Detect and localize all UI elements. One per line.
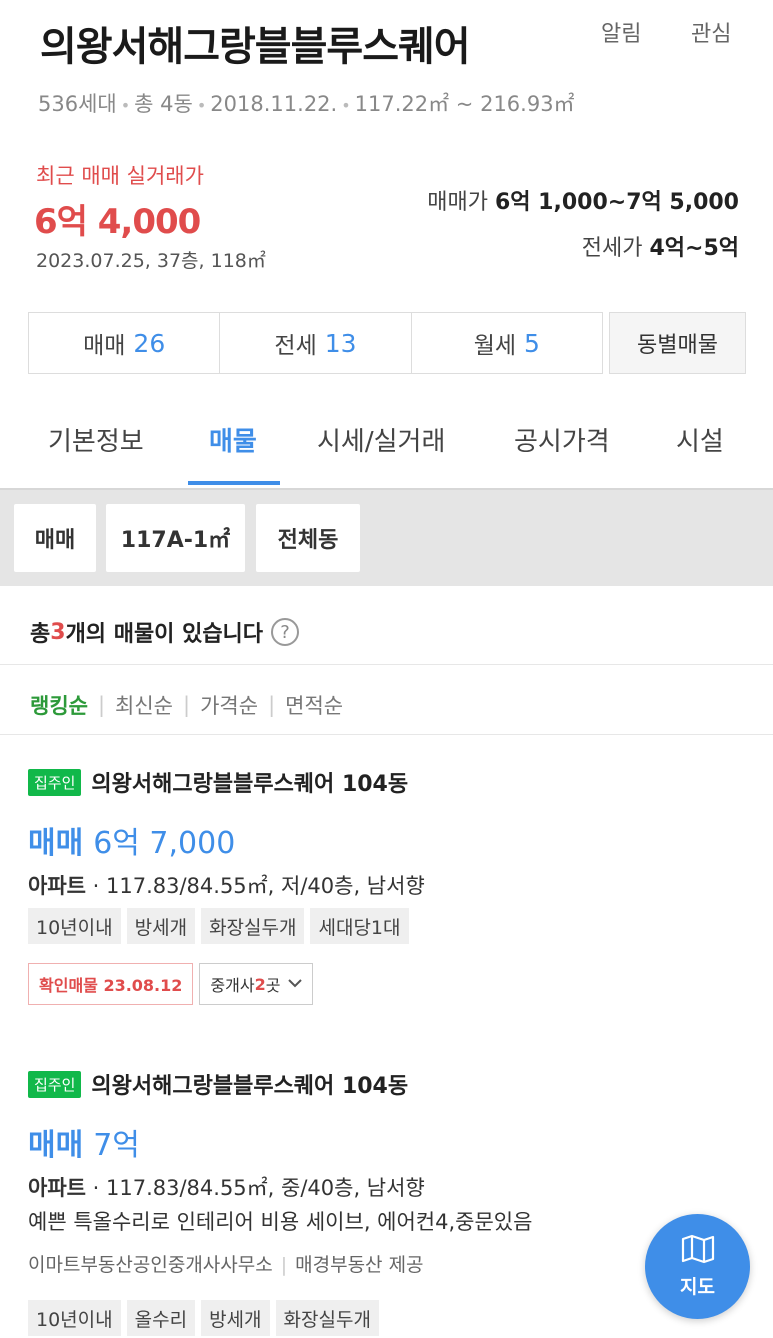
map-icon [681,1234,715,1268]
tab-sale[interactable]: 매매 26 [29,313,221,373]
complex-meta: 536세대 • 총 4동 • 2018.11.22. • 117.22㎡ ~ 216.93㎡ [38,92,575,116]
recent-trade-label: 최근 매매 실거래가 [36,164,204,188]
map-button[interactable]: 지도 [645,1214,750,1319]
recent-trade-detail: 2023.07.25, 37층, 118㎡ [36,250,266,272]
help-icon[interactable]: ? [271,618,300,646]
building-count: 총 4동 [134,92,193,116]
divider [0,664,773,665]
listing-agent: 이마트부동산공인중개사사무소 | 매경부동산 제공 [28,1254,424,1276]
complex-header: 의왕서해그랑블블루스퀘어 알림 관심 536세대 • 총 4동 • 2018.11.22… [0,0,773,140]
listing-info: 아파트 · 117.83/84.55㎡, 중/40층, 남서향 [28,1176,425,1200]
sort-price[interactable]: 가격순 [200,690,258,720]
recent-trade-price: 6억 4,000 [34,202,201,242]
sort-area[interactable]: 면적순 [285,690,343,720]
listing-verify-row: 확인매물 23.08.12 중개사 2곳 [28,963,314,1005]
verified-listing-badge: 확인매물 23.08.12 [28,963,194,1005]
complex-title: 의왕서해그랑블블루스퀘어 [40,24,471,70]
map-button-label: 지도 [680,1276,715,1298]
tag: 방세개 [126,908,196,944]
sort-options: 랭킹순 | 최신순 | 가격순 | 면적순 [30,690,343,720]
jeonse-price-range: 전세가 4억~5억 [581,236,739,261]
listing-price: 매매 7억 [28,1128,140,1163]
tab-official-price[interactable]: 공시가격 [514,421,610,458]
listing-count: 총 3 개의 매물이 있습니다 ? [30,616,300,648]
owner-badge: 집주인 [28,1070,82,1098]
divider [0,734,773,735]
tag: 올수리 [126,1300,196,1336]
chevron-down-icon [288,977,303,991]
listing-tags: 10년이내 방세개 화장실두개 세대당1대 [28,908,415,944]
owner-badge: 집주인 [28,768,82,796]
tag: 화장실두개 [275,1300,379,1336]
filter-area-type[interactable]: 117A-1㎡ [106,504,245,572]
completion-date: 2018.11.22. [210,92,338,116]
sort-ranking[interactable]: 랭킹순 [30,690,88,720]
tab-monthly-rent[interactable]: 월세 5 [412,313,602,373]
filter-building[interactable]: 전체동 [256,504,360,572]
tag: 10년이내 [28,1300,121,1336]
area-range: 117.22㎡ ~ 216.93㎡ [354,92,575,116]
tab-facilities[interactable]: 시설 [676,421,724,458]
listing-name: 의왕서해그랑블블루스퀘어 104동 [91,772,409,797]
main-tabs: 기본정보 매물 시세/실거래 공시가격 시설 [0,395,773,490]
by-building-button[interactable]: 동별매물 [609,312,746,374]
tab-jeonse[interactable]: 전세 13 [220,313,412,373]
tag: 10년이내 [28,908,121,944]
listing-price: 매매 6억 7,000 [28,826,236,861]
tab-listings[interactable]: 매물 [209,421,257,458]
tab-market-price[interactable]: 시세/실거래 [317,421,445,458]
active-tab-indicator [188,481,280,485]
listing-tags: 10년이내 올수리 방세개 화장실두개 [28,1300,385,1336]
filter-bar: 매매 117A-1㎡ 전체동 [0,490,773,586]
listing-description: 예쁜 특올수리로 인테리어 비용 세이브, 에어컨4,중문있음 [28,1210,533,1234]
alarm-button[interactable]: 알림 [601,16,641,48]
tag: 방세개 [201,1300,270,1336]
tag: 화장실두개 [201,908,305,944]
deal-type-tabs: 매매 26 전세 13 월세 5 [28,312,603,374]
agent-dropdown[interactable]: 중개사 2곳 [199,963,314,1005]
households: 536세대 [38,92,117,116]
tag: 세대당1대 [310,908,409,944]
sale-price-range: 매매가 6억 1,000~7억 5,000 [427,190,739,215]
filter-deal-type[interactable]: 매매 [14,504,96,572]
interest-button[interactable]: 관심 [691,16,731,48]
listing-name: 의왕서해그랑블블루스퀘어 104동 [91,1074,409,1099]
sort-latest[interactable]: 최신순 [115,690,173,720]
tab-basic-info[interactable]: 기본정보 [48,421,144,458]
listing-info: 아파트 · 117.83/84.55㎡, 저/40층, 남서향 [28,874,425,898]
